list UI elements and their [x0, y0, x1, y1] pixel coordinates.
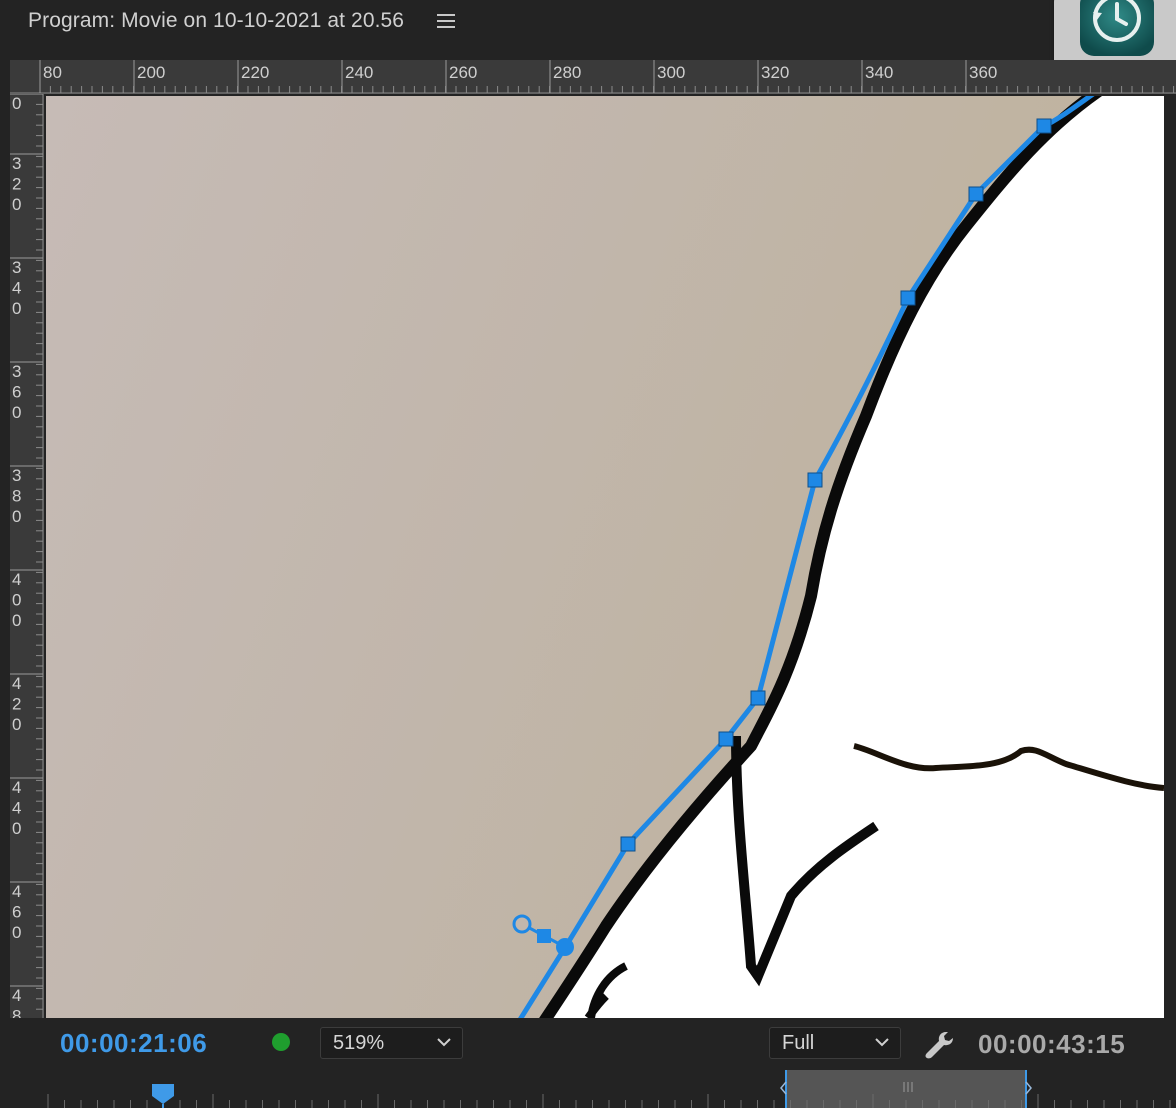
ruler-v-label: 0 [12, 507, 21, 526]
ruler-v-label: 3 [12, 466, 21, 485]
video-frame[interactable] [46, 96, 1164, 1018]
ruler-v-label: 2 [12, 175, 21, 194]
mask-vertex-handle[interactable] [968, 186, 984, 202]
panel-title[interactable]: Program: Movie on 10-10-2021 at 20.56 [28, 9, 404, 33]
mask-bezier-handle[interactable] [512, 914, 532, 934]
hamburger-menu-icon[interactable] [437, 14, 455, 30]
ruler-h-label: 340 [865, 63, 893, 82]
ruler-v-label: 6 [12, 383, 21, 402]
ruler-h-label: 360 [969, 63, 997, 82]
ruler-h-label: 80 [43, 63, 62, 82]
ruler-v-label: 4 [12, 882, 21, 901]
ruler-v-label: 3 [12, 258, 21, 277]
ruler-v-label: 4 [12, 570, 21, 589]
ruler-v-label: 0 [12, 195, 21, 214]
ruler-v-label: 4 [12, 799, 21, 818]
mask-vertex-handle[interactable] [718, 731, 734, 747]
zoom-level-value: 519% [333, 1032, 385, 1054]
ruler-v-label: 4 [12, 986, 21, 1005]
ruler-v-label: 0 [12, 611, 21, 630]
mask-vertex-handle[interactable] [537, 929, 551, 943]
ruler-h-label: 280 [553, 63, 581, 82]
wrench-icon[interactable] [924, 1030, 956, 1060]
mask-vertex-handle[interactable] [807, 472, 823, 488]
mask-vertex-handle[interactable] [900, 290, 916, 306]
mini-timeline[interactable] [0, 1070, 1176, 1108]
ruler-v-label: 3 [12, 154, 21, 173]
ruler-v-label: 4 [12, 778, 21, 797]
playback-resolution-dropdown[interactable]: Full [769, 1027, 901, 1059]
ruler-h-label: 300 [657, 63, 685, 82]
horizontal-ruler: 80 200 220 240 260 280 300 320 340 360 [10, 60, 1176, 94]
ruler-h-label: 200 [137, 63, 165, 82]
ruler-h-label: 320 [761, 63, 789, 82]
mini-timeline-ruler [0, 1070, 1176, 1108]
panel-header: Program: Movie on 10-10-2021 at 20.56 [0, 0, 1176, 88]
ruler-v-label: 0 [12, 715, 21, 734]
ruler-v-label: 0 [12, 923, 21, 942]
playback-resolution-value: Full [782, 1032, 815, 1054]
mask-vertex-handle[interactable] [1036, 118, 1052, 134]
ruler-h-label: 260 [449, 63, 477, 82]
vertical-ruler-ticks: 032034036038040042044046048 [10, 94, 44, 1018]
ruler-v-label: 0 [12, 591, 21, 610]
ruler-h-label: 220 [241, 63, 269, 82]
horizontal-ruler-ticks: 80 200 220 240 260 280 300 320 340 360 [10, 60, 1176, 94]
vertical-ruler: 032034036038040042044046048 [10, 94, 44, 1018]
mask-vertex-handle[interactable] [750, 690, 766, 706]
program-monitor: Program: Movie on 10-10-2021 at 20.56 80… [0, 0, 1176, 1108]
mask-selected-vertex[interactable] [556, 938, 574, 956]
ruler-v-label: 8 [12, 487, 21, 506]
ruler-v-label: 3 [12, 362, 21, 381]
ruler-v-label: 8 [12, 1007, 21, 1019]
ruler-v-label: 0 [12, 299, 21, 318]
current-timecode[interactable]: 00:00:21:06 [60, 1028, 207, 1059]
chevron-down-icon [875, 1038, 889, 1047]
ruler-v-label: 6 [12, 903, 21, 922]
time-machine-icon[interactable] [1080, 0, 1154, 56]
ruler-h-label: 240 [345, 63, 373, 82]
ruler-v-label: 2 [12, 695, 21, 714]
mask-vertex-handle[interactable] [620, 836, 636, 852]
frame-content [46, 96, 1164, 1018]
duration-timecode: 00:00:43:15 [978, 1029, 1126, 1059]
playback-controls: 00:00:21:06 519% Full 00:00:43:15 [0, 1018, 1176, 1108]
ruler-v-label: 4 [12, 279, 21, 298]
chevron-down-icon [437, 1038, 451, 1047]
ruler-v-label: 4 [12, 674, 21, 693]
ruler-v-label: 0 [12, 94, 21, 113]
zoom-level-dropdown[interactable]: 519% [320, 1027, 463, 1059]
ruler-v-label: 0 [12, 403, 21, 422]
render-status-indicator [272, 1033, 290, 1051]
ruler-v-label: 0 [12, 819, 21, 838]
